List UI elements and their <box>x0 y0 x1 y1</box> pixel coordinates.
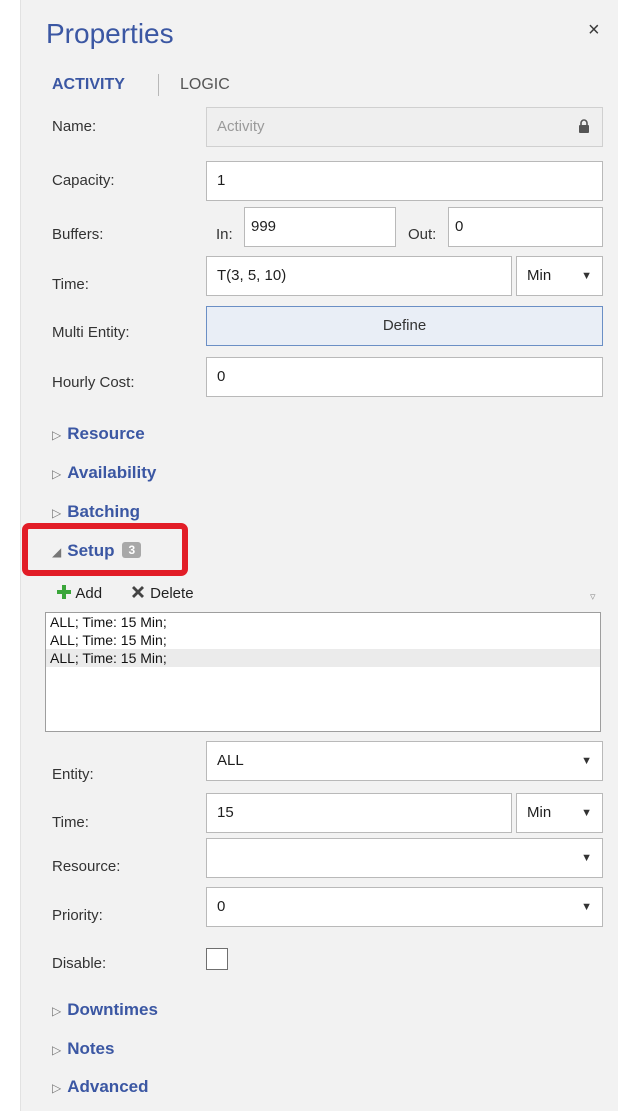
delete-button[interactable]: Delete <box>130 584 194 602</box>
section-availability-label: Availability <box>67 463 157 482</box>
define-button[interactable]: Define <box>206 306 603 346</box>
list-item[interactable]: ALL; Time: 15 Min; <box>46 613 600 631</box>
buffer-in-input[interactable]: 999 <box>244 207 396 247</box>
section-downtimes-label: Downtimes <box>67 1000 158 1019</box>
hourly-cost-label: Hourly Cost: <box>52 374 135 391</box>
add-label: Add <box>75 585 103 602</box>
time-label: Time: <box>52 276 89 293</box>
capacity-label: Capacity: <box>52 172 115 189</box>
setup-highlight-box <box>22 523 188 576</box>
entity-value: ALL <box>217 752 244 769</box>
setup-time-unit-value: Min <box>527 804 552 821</box>
section-batching-label: Batching <box>67 502 140 521</box>
section-downtimes[interactable]: ▷ Downtimes <box>52 1000 158 1020</box>
close-icon[interactable]: × <box>588 20 600 40</box>
entity-label: Entity: <box>52 766 94 783</box>
expand-icon: ▷ <box>52 1081 62 1095</box>
priority-select[interactable]: 0 ▼ <box>206 887 603 927</box>
time-unit-value: Min <box>527 267 552 284</box>
tab-divider <box>158 74 159 96</box>
section-batching[interactable]: ▷ Batching <box>52 502 140 522</box>
name-field[interactable]: Activity <box>206 107 603 147</box>
expand-icon: ▷ <box>52 467 62 481</box>
list-item[interactable]: ALL; Time: 15 Min; <box>46 649 600 667</box>
add-button[interactable]: Add <box>56 584 102 602</box>
overflow-icon[interactable]: ▿ <box>590 590 596 603</box>
chevron-down-icon: ▼ <box>581 852 592 864</box>
buffer-in-label: In: <box>216 226 233 243</box>
buffer-out-input[interactable]: 0 <box>448 207 603 247</box>
expand-icon: ▷ <box>52 428 62 442</box>
time-unit-select[interactable]: Min ▼ <box>516 256 603 296</box>
tab-logic[interactable]: LOGIC <box>180 76 230 94</box>
section-resource[interactable]: ▷ Resource <box>52 424 145 444</box>
priority-value: 0 <box>217 898 226 915</box>
lock-icon <box>579 119 589 133</box>
section-notes[interactable]: ▷ Notes <box>52 1039 114 1059</box>
section-notes-label: Notes <box>67 1039 115 1058</box>
disable-label: Disable: <box>52 955 107 972</box>
entity-select[interactable]: ALL ▼ <box>206 741 603 781</box>
disable-checkbox[interactable] <box>206 948 228 970</box>
time-input[interactable]: T(3, 5, 10) <box>206 256 512 296</box>
setup-time-label: Time: <box>52 814 89 831</box>
expand-icon: ▷ <box>52 1043 62 1057</box>
priority-label: Priority: <box>52 907 103 924</box>
list-item[interactable]: ALL; Time: 15 Min; <box>46 631 600 649</box>
section-advanced-label: Advanced <box>67 1077 149 1096</box>
setup-time-unit-select[interactable]: Min ▼ <box>516 793 603 833</box>
expand-icon: ▷ <box>52 506 62 520</box>
capacity-input[interactable]: 1 <box>206 161 603 201</box>
panel-title: Properties <box>46 18 174 49</box>
plus-icon <box>57 585 71 599</box>
buffer-out-label: Out: <box>408 226 437 243</box>
chevron-down-icon: ▼ <box>581 270 592 282</box>
name-placeholder: Activity <box>217 118 265 135</box>
buffers-label: Buffers: <box>52 226 104 243</box>
multi-entity-label: Multi Entity: <box>52 324 130 341</box>
section-advanced[interactable]: ▷ Advanced <box>52 1077 148 1097</box>
resource-select[interactable]: ▼ <box>206 838 603 878</box>
delete-x-icon <box>132 586 144 598</box>
hourly-cost-input[interactable]: 0 <box>206 357 603 397</box>
chevron-down-icon: ▼ <box>581 807 592 819</box>
setup-time-input[interactable]: 15 <box>206 793 512 833</box>
section-resource-label: Resource <box>67 424 145 443</box>
name-label: Name: <box>52 118 97 135</box>
resource-label: Resource: <box>52 858 121 875</box>
setup-list[interactable]: ALL; Time: 15 Min; ALL; Time: 15 Min; AL… <box>45 612 601 732</box>
tab-activity[interactable]: ACTIVITY <box>52 76 125 94</box>
chevron-down-icon: ▼ <box>581 901 592 913</box>
chevron-down-icon: ▼ <box>581 755 592 767</box>
expand-icon: ▷ <box>52 1004 62 1018</box>
section-availability[interactable]: ▷ Availability <box>52 463 156 483</box>
delete-label: Delete <box>150 585 194 602</box>
